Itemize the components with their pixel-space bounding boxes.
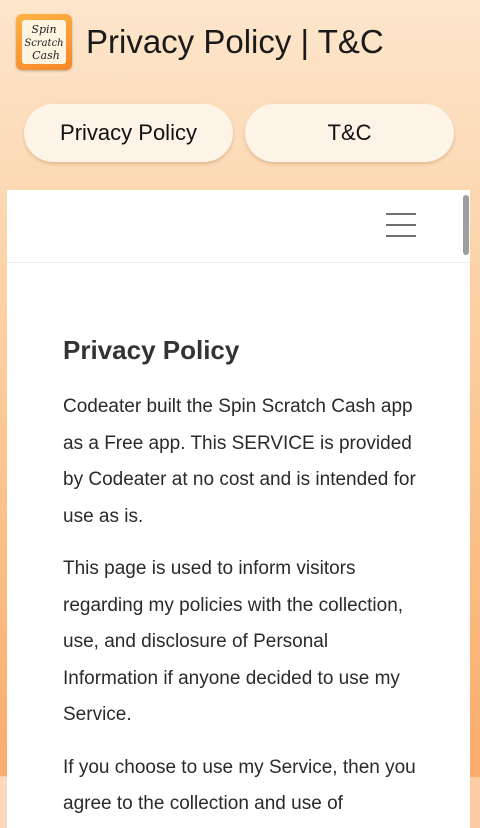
app-logo: Spin Scratch Cash <box>16 14 72 70</box>
document-body: Privacy Policy Codeater built the Spin S… <box>7 335 470 823</box>
document-heading: Privacy Policy <box>63 335 240 365</box>
document-paragraph: If you choose to use my Service, then yo… <box>63 756 416 815</box>
app-header: Spin Scratch Cash Privacy Policy | T&C <box>16 12 464 72</box>
hamburger-menu-icon[interactable] <box>386 211 416 239</box>
page-title: Privacy Policy | T&C <box>86 23 384 60</box>
document-paragraph: Codeater built the Spin Scratch Cash app… <box>63 396 416 527</box>
document-paragraph: This page is used to inform visitors reg… <box>63 558 404 725</box>
tab-terms-and-conditions[interactable]: T&C <box>245 104 454 162</box>
tab-privacy-policy[interactable]: Privacy Policy <box>24 104 233 162</box>
scrollbar[interactable] <box>463 195 469 255</box>
webpage-navbar <box>7 190 470 263</box>
logo-text-2: Scratch <box>24 38 63 49</box>
logo-text-1: Spin <box>31 23 56 36</box>
web-content-panel: Privacy Policy Codeater built the Spin S… <box>7 190 470 828</box>
logo-text-3: Cash <box>32 49 60 62</box>
tab-bar: Privacy Policy T&C <box>24 104 454 162</box>
